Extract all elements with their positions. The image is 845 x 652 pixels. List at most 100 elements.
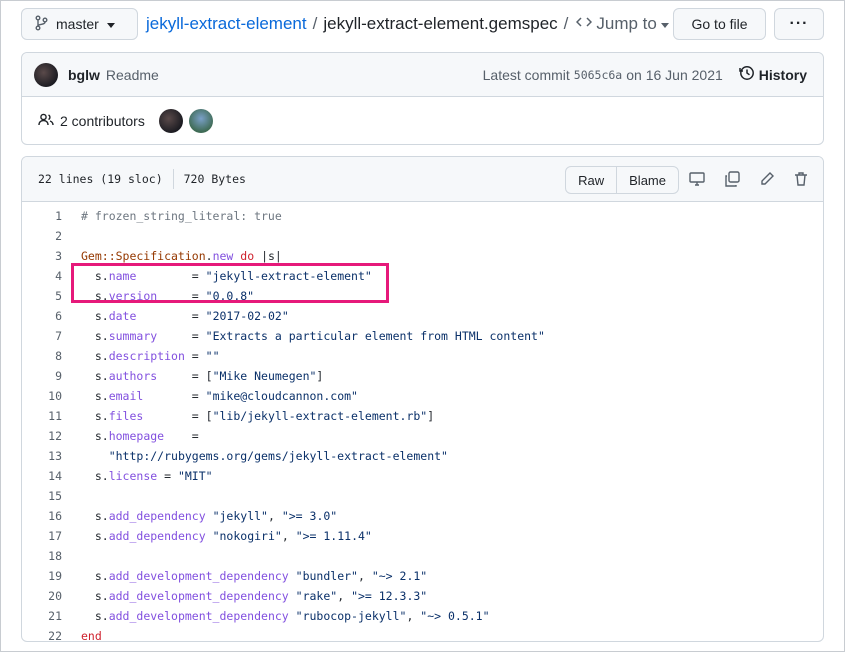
line-content: s.add_dependency "nokogiri", ">= 1.11.4" xyxy=(81,529,372,543)
line-number[interactable]: 1 xyxy=(22,209,62,223)
line-content: s.add_development_dependency "rubocop-je… xyxy=(81,609,490,623)
line-content: s.files = ["lib/jekyll-extract-element.r… xyxy=(81,409,435,423)
line-count: 22 lines (19 sloc) xyxy=(38,172,163,186)
code-icon xyxy=(576,14,593,34)
contributors-count[interactable]: 2 contributors xyxy=(60,113,145,129)
line-number[interactable]: 16 xyxy=(22,509,62,523)
line-number[interactable]: 3 xyxy=(22,249,62,263)
line-content: Gem::Specification.new do |s| xyxy=(81,249,282,263)
line-number[interactable]: 20 xyxy=(22,589,62,603)
history-icon xyxy=(739,65,755,84)
annotation-highlight-box xyxy=(71,263,389,303)
line-content: # frozen_string_literal: true xyxy=(81,209,282,223)
chevron-down-icon xyxy=(660,14,669,34)
line-number[interactable]: 7 xyxy=(22,329,62,343)
raw-button[interactable]: Raw xyxy=(566,167,616,193)
line-content: s.description = "" xyxy=(81,349,220,363)
commit-sha[interactable]: 5065c6a xyxy=(574,68,622,82)
code-line: 6 s.date = "2017-02-02" xyxy=(22,306,823,326)
line-number[interactable]: 12 xyxy=(22,429,62,443)
copy-icon[interactable] xyxy=(723,170,741,188)
commit-row: bglw Readme Latest commit 5065c6a on 16 … xyxy=(22,53,823,97)
go-to-file-button[interactable]: Go to file xyxy=(673,8,766,40)
breadcrumb-separator: / xyxy=(312,14,318,33)
line-number[interactable]: 6 xyxy=(22,309,62,323)
code-line: 1 # frozen_string_literal: true xyxy=(22,206,823,226)
branch-icon xyxy=(34,15,48,34)
history-label: History xyxy=(758,66,807,83)
code-line: 7 s.summary = "Extracts a particular ele… xyxy=(22,326,823,346)
file-info: 22 lines (19 sloc) 720 Bytes xyxy=(38,169,246,189)
blame-button[interactable]: Blame xyxy=(616,167,678,193)
line-content: end xyxy=(81,629,102,642)
code-line: 17 s.add_dependency "nokogiri", ">= 1.11… xyxy=(22,526,823,546)
commit-date: on 16 Jun 2021 xyxy=(626,66,723,83)
commit-message[interactable]: Readme xyxy=(106,67,159,83)
code-line: 12 s.homepage = xyxy=(22,426,823,446)
code-line: 8 s.description = "" xyxy=(22,346,823,366)
line-number[interactable]: 10 xyxy=(22,389,62,403)
latest-commit-label: Latest commit xyxy=(482,66,570,83)
repo-link[interactable]: jekyll-extract-element xyxy=(146,14,307,34)
raw-blame-group: Raw Blame xyxy=(565,166,679,194)
line-content: s.license = "MIT" xyxy=(81,469,213,483)
avatar[interactable] xyxy=(188,109,213,133)
branch-selector-button[interactable]: master xyxy=(21,8,138,40)
code-line: 9 s.authors = ["Mike Neumegen"] xyxy=(22,366,823,386)
contributors-row: 2 contributors xyxy=(22,97,823,145)
line-content: s.homepage = xyxy=(81,429,199,443)
line-number[interactable]: 22 xyxy=(22,629,62,641)
code-line: 20 s.add_development_dependency "rake", … xyxy=(22,586,823,606)
jump-to-button[interactable]: Jump to xyxy=(576,14,669,34)
avatar[interactable] xyxy=(34,62,58,87)
commit-author[interactable]: bglw xyxy=(68,67,100,83)
line-content: "http://rubygems.org/gems/jekyll-extract… xyxy=(108,449,448,463)
line-number[interactable]: 19 xyxy=(22,569,62,583)
code-line: 22 end xyxy=(22,626,823,642)
code-line: 16 s.add_dependency "jekyll", ">= 3.0" xyxy=(22,506,823,526)
file-header: 22 lines (19 sloc) 720 Bytes Raw Blame xyxy=(22,157,823,202)
file-size: 720 Bytes xyxy=(183,172,246,186)
line-content: s.summary = "Extracts a particular eleme… xyxy=(81,329,545,343)
line-number[interactable]: 4 xyxy=(22,269,62,283)
divider xyxy=(172,169,174,189)
code-line: 10 s.email = "mike@cloudcannon.com" xyxy=(22,386,823,406)
line-content: s.email = "mike@cloudcannon.com" xyxy=(81,389,358,403)
trash-icon[interactable] xyxy=(792,170,810,188)
branch-name: master xyxy=(56,16,99,32)
code-line: 13 "http://rubygems.org/gems/jekyll-extr… xyxy=(22,446,823,466)
line-number[interactable]: 21 xyxy=(22,609,62,623)
file-navigation: master jekyll-extract-element / jekyll-e… xyxy=(21,8,824,40)
line-number[interactable]: 11 xyxy=(22,409,62,423)
desktop-icon[interactable] xyxy=(688,170,706,188)
line-number[interactable]: 2 xyxy=(22,229,62,243)
code-line: 14 s.license = "MIT" xyxy=(22,466,823,486)
history-link[interactable]: History xyxy=(739,65,807,84)
line-number[interactable]: 14 xyxy=(22,469,62,483)
line-content: s.add_development_dependency "rake", ">=… xyxy=(81,589,428,603)
people-icon xyxy=(38,113,54,130)
line-number[interactable]: 5 xyxy=(22,289,62,303)
line-number[interactable]: 17 xyxy=(22,529,62,543)
jump-to-label: Jump to xyxy=(596,14,657,33)
line-number[interactable]: 18 xyxy=(22,549,62,563)
code-line: 15 xyxy=(22,486,823,506)
code-line: 2 xyxy=(22,226,823,246)
line-content: s.add_development_dependency "bundler", … xyxy=(81,569,428,583)
avatar[interactable] xyxy=(158,109,183,133)
code-line: 21 s.add_development_dependency "rubocop… xyxy=(22,606,823,626)
line-number[interactable]: 9 xyxy=(22,369,62,383)
commit-meta: Latest commit 5065c6a on 16 Jun 2021 His… xyxy=(483,65,807,84)
line-number[interactable]: 8 xyxy=(22,349,62,363)
pencil-icon[interactable] xyxy=(758,170,776,188)
latest-commit-box: bglw Readme Latest commit 5065c6a on 16 … xyxy=(21,52,824,145)
breadcrumb: jekyll-extract-element / jekyll-extract-… xyxy=(146,14,669,34)
line-number[interactable]: 13 xyxy=(22,449,62,463)
code-line: 19 s.add_development_dependency "bundler… xyxy=(22,566,823,586)
breadcrumb-separator: / xyxy=(563,14,569,33)
code-line: 18 xyxy=(22,546,823,566)
line-number[interactable]: 15 xyxy=(22,489,62,503)
chevron-down-icon xyxy=(106,16,115,32)
line-content: s.add_dependency "jekyll", ">= 3.0" xyxy=(81,509,338,523)
more-options-button[interactable]: ··· xyxy=(774,8,824,40)
